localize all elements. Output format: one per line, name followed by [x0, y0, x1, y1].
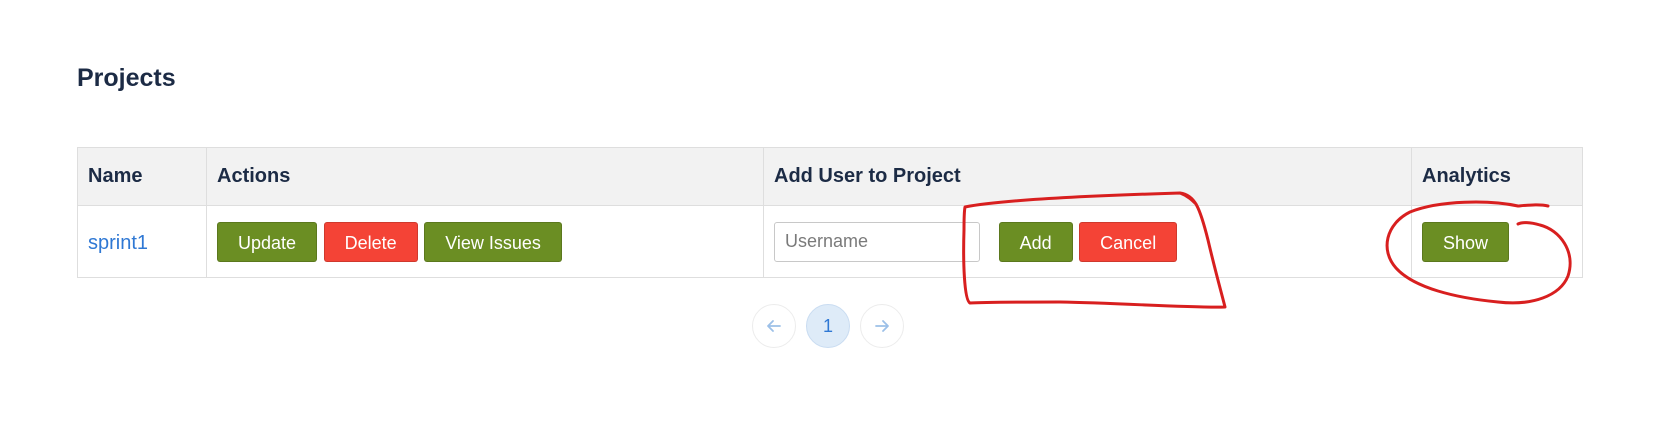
project-name-cell: sprint1	[77, 205, 207, 278]
cancel-button[interactable]: Cancel	[1079, 221, 1178, 262]
add-user-button[interactable]: Add	[998, 221, 1073, 262]
actions-cell: Update Delete View Issues	[206, 205, 764, 278]
table-body: sprint1 Update Delete View Issues Add Ca…	[77, 205, 1583, 278]
delete-button[interactable]: Delete	[323, 221, 418, 262]
column-header-name: Name	[77, 147, 207, 206]
username-input[interactable]	[774, 221, 980, 262]
projects-page: Projects Name Actions Add User to Projec…	[0, 0, 1670, 427]
arrow-right-icon	[875, 320, 889, 332]
projects-table: Name Actions Add User to Project Analyti…	[77, 147, 1583, 278]
column-header-actions: Actions	[206, 147, 764, 206]
page-title: Projects	[77, 64, 176, 92]
column-header-analytics: Analytics	[1411, 147, 1583, 206]
arrow-left-icon	[767, 320, 781, 332]
header-row: Name Actions Add User to Project Analyti…	[77, 147, 1583, 206]
column-header-add-user: Add User to Project	[763, 147, 1412, 206]
previous-page-button[interactable]	[752, 304, 796, 348]
pagination: 1	[752, 304, 904, 348]
show-analytics-button[interactable]: Show	[1422, 221, 1510, 262]
project-name-link[interactable]: sprint1	[88, 232, 148, 254]
view-issues-button[interactable]: View Issues	[424, 221, 562, 262]
table-row: sprint1 Update Delete View Issues Add Ca…	[77, 205, 1583, 278]
analytics-cell: Show	[1411, 205, 1583, 278]
table-header: Name Actions Add User to Project Analyti…	[77, 147, 1583, 206]
next-page-button[interactable]	[860, 304, 904, 348]
current-page-button[interactable]: 1	[806, 304, 850, 348]
update-button[interactable]: Update	[217, 221, 318, 262]
add-user-cell: Add Cancel	[763, 205, 1412, 278]
